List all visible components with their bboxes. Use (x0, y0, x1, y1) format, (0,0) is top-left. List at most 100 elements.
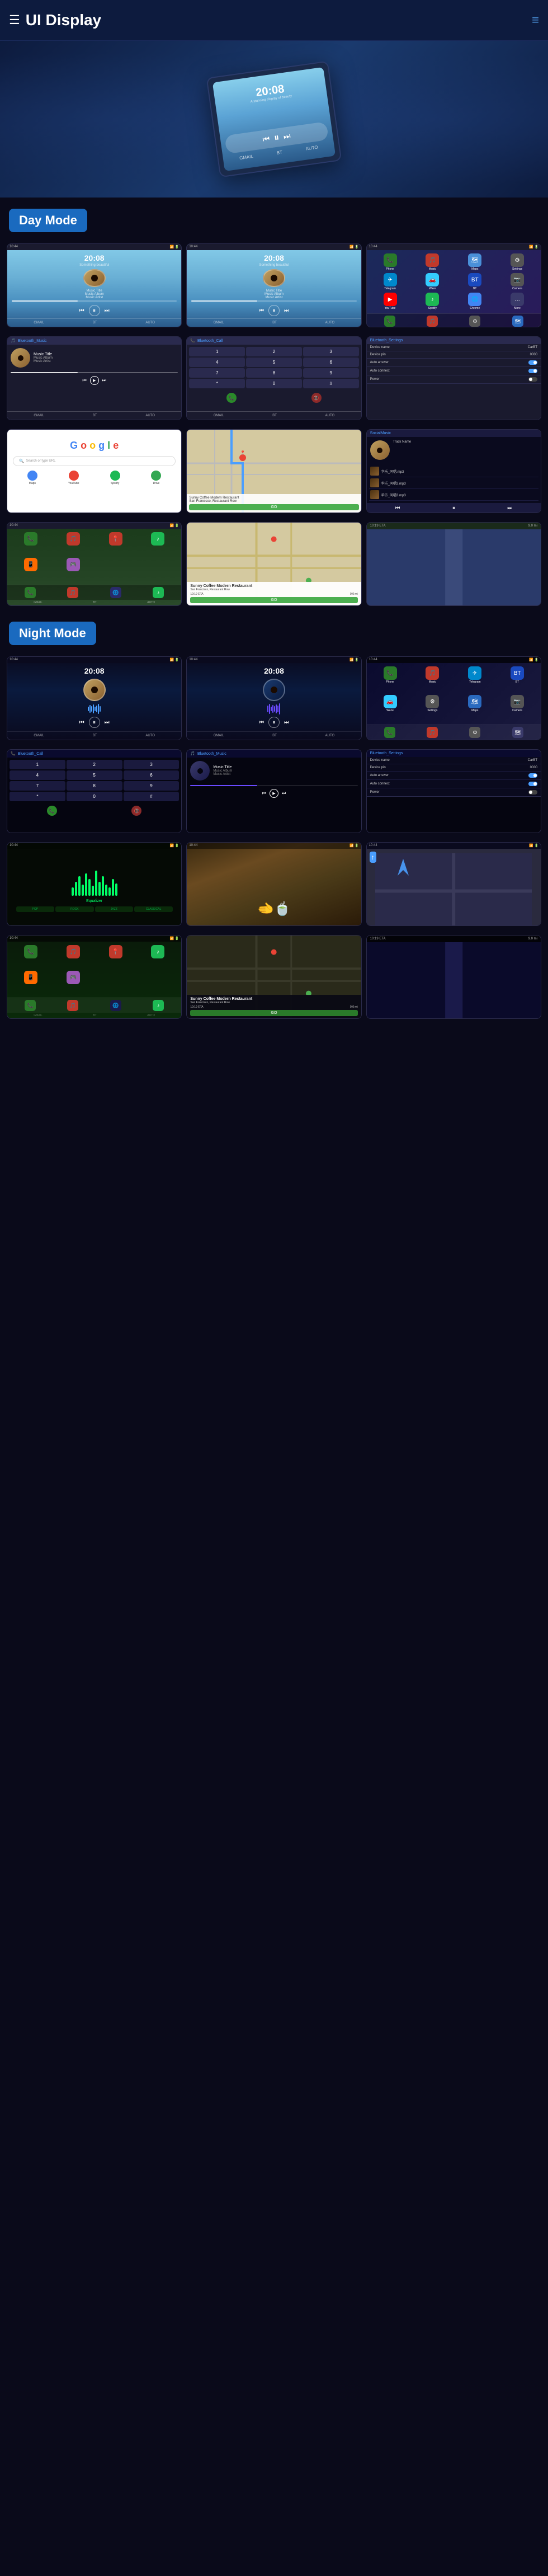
eq-preset-rock[interactable]: ROCK (55, 906, 94, 912)
num-7[interactable]: 7 (189, 368, 245, 378)
night-call-button[interactable]: 📞 (47, 806, 57, 816)
night-num-7[interactable]: 7 (10, 781, 65, 791)
dock-music[interactable]: 🎵 (427, 316, 438, 327)
num-1[interactable]: 1 (189, 347, 245, 356)
app-spotify-item[interactable]: ♪ Spotify (412, 293, 452, 310)
call-nav-bt[interactable]: BT (272, 414, 277, 417)
night-phone-dock-4[interactable]: ♪ (153, 1000, 164, 1011)
bt-nav-auto[interactable]: AUTO (145, 414, 155, 417)
bt-prev-icon[interactable]: ⏮ (82, 378, 86, 383)
google-shortcut-3[interactable]: Spotify (96, 471, 135, 485)
night-phone-dock-2[interactable]: 🎵 (67, 1000, 78, 1011)
nav-item-gmail-2[interactable]: GMAIL (214, 321, 224, 325)
night-play-1[interactable]: ⏸ (89, 717, 100, 728)
night-bt-prev[interactable]: ⏮ (262, 791, 266, 796)
night-dock-maps[interactable]: 🗺 (512, 727, 523, 738)
night-phone-dock-3[interactable]: 🌐 (110, 1000, 121, 1011)
night-auto-connect-toggle[interactable] (528, 782, 537, 786)
end-call-button[interactable]: 📵 (311, 393, 322, 403)
eq-preset-pop[interactable]: POP (16, 906, 55, 912)
auto-connect-toggle[interactable] (528, 369, 537, 373)
app-maps-item[interactable]: 🗺 Maps (455, 253, 495, 271)
night-auto-answer-toggle[interactable] (528, 773, 537, 778)
app-camera-item[interactable]: 📷 Camera (497, 273, 537, 290)
night-nav-gmail-2[interactable]: GMAIL (214, 734, 224, 737)
night-nav-auto-1[interactable]: AUTO (145, 734, 155, 737)
num-4[interactable]: 4 (189, 358, 245, 367)
next-icon[interactable]: ⏭ (283, 131, 291, 142)
night-power-toggle[interactable] (528, 790, 537, 795)
map-dir-go-button[interactable]: GO (190, 597, 357, 603)
app-telegram-item[interactable]: ✈ Telegram (370, 273, 410, 290)
night-phone-app-6[interactable]: 🎮 (53, 971, 93, 994)
phone-dock-browser[interactable]: 🌐 (110, 587, 121, 598)
num-star[interactable]: * (189, 379, 245, 388)
nav-item-auto[interactable]: AUTO (145, 321, 155, 325)
night-dock-settings[interactable]: ⚙ (469, 727, 480, 738)
app-chrome-item[interactable]: 🌐 Chrome (455, 293, 495, 310)
eq-preset-jazz[interactable]: JAZZ (95, 906, 134, 912)
play-pause-btn[interactable]: ⏸ (89, 305, 100, 316)
play-pause-btn-2[interactable]: ⏸ (268, 305, 280, 316)
social-play[interactable]: ⏸ (452, 505, 455, 511)
night-dock-music[interactable]: 🎵 (427, 727, 438, 738)
app-youtube-item[interactable]: ▶ YouTube (370, 293, 410, 310)
eq-preset-classical[interactable]: CLASSICAL (134, 906, 173, 912)
night-next-1[interactable]: ⏭ (105, 720, 110, 726)
night-phone-app-4[interactable]: ♪ (138, 945, 178, 969)
night-num-3[interactable]: 3 (124, 760, 179, 769)
night-num-6[interactable]: 6 (124, 770, 179, 780)
call-button[interactable]: 📞 (226, 393, 237, 403)
num-hash[interactable]: # (303, 379, 359, 388)
phone-dock-music[interactable]: 🎵 (67, 587, 78, 598)
call-nav-gmail[interactable]: GMAIL (214, 414, 224, 417)
night-num-hash[interactable]: # (124, 792, 179, 801)
social-prev[interactable]: ⏮ (395, 505, 400, 511)
music-list-item-3[interactable]: 华乐_同唱3.mp3 (369, 489, 538, 501)
social-next[interactable]: ⏭ (507, 505, 512, 511)
nav-item-auto-2[interactable]: AUTO (325, 321, 335, 325)
app-settings-item[interactable]: ⚙ Settings (497, 253, 537, 271)
prev-icon[interactable]: ⏮ (262, 134, 271, 144)
nav-item-bt[interactable]: BT (93, 321, 97, 325)
go-button[interactable]: GO (189, 504, 358, 510)
music-list-item-2[interactable]: 华乐_同唱2.mp3 (369, 477, 538, 489)
num-5[interactable]: 5 (246, 358, 302, 367)
night-phone-app-5[interactable]: 📱 (11, 971, 51, 994)
night-nav-bt-2[interactable]: BT (272, 734, 277, 737)
phone-dock-phone[interactable]: 📞 (25, 587, 36, 598)
night-next-2[interactable]: ⏭ (284, 720, 289, 726)
num-8[interactable]: 8 (246, 368, 302, 378)
night-phone-app-1[interactable]: 📞 (11, 945, 51, 969)
auto-answer-toggle[interactable] (528, 360, 537, 365)
night-app-phone[interactable]: 📞 Phone (370, 666, 410, 693)
night-num-star[interactable]: * (10, 792, 65, 801)
hamburger-icon[interactable]: ≡ (532, 13, 539, 27)
night-prev-1[interactable]: ⏮ (79, 720, 84, 726)
next-icon-2[interactable]: ⏭ (284, 308, 289, 314)
night-bt-next[interactable]: ⏭ (282, 791, 286, 796)
night-app-waze[interactable]: 🚗 Waze (370, 695, 410, 721)
app-waze-item[interactable]: 🚗 Waze (412, 273, 452, 290)
night-play-2[interactable]: ⏸ (268, 717, 280, 728)
night-num-9[interactable]: 9 (124, 781, 179, 791)
night-nav-bt-1[interactable]: BT (93, 734, 97, 737)
phone-app-music[interactable]: 🎵 (53, 532, 93, 556)
phone-dock-spotify[interactable]: ♪ (153, 587, 164, 598)
night-app-music[interactable]: 🎵 Music (412, 666, 452, 693)
call-nav-auto[interactable]: AUTO (325, 414, 335, 417)
google-shortcut-2[interactable]: YouTube (54, 471, 93, 485)
menu-icon[interactable]: ☰ (9, 13, 20, 27)
play-icon[interactable]: ⏸ (273, 131, 280, 144)
night-end-call-button[interactable]: 📵 (131, 806, 141, 816)
night-app-settings[interactable]: ⚙ Settings (412, 695, 452, 721)
night-num-1[interactable]: 1 (10, 760, 65, 769)
bt-play-btn[interactable]: ▶ (90, 376, 99, 385)
night-phone-dock-1[interactable]: 📞 (25, 1000, 36, 1011)
app-music-item[interactable]: 🎵 Music (412, 253, 452, 271)
num-2[interactable]: 2 (246, 347, 302, 356)
night-app-telegram[interactable]: ✈ Telegram (455, 666, 495, 693)
shuffle-icon[interactable]: ⏮ (79, 308, 84, 314)
bt-next-icon[interactable]: ⏭ (102, 378, 106, 383)
night-phone-app-3[interactable]: 📍 (96, 945, 136, 969)
